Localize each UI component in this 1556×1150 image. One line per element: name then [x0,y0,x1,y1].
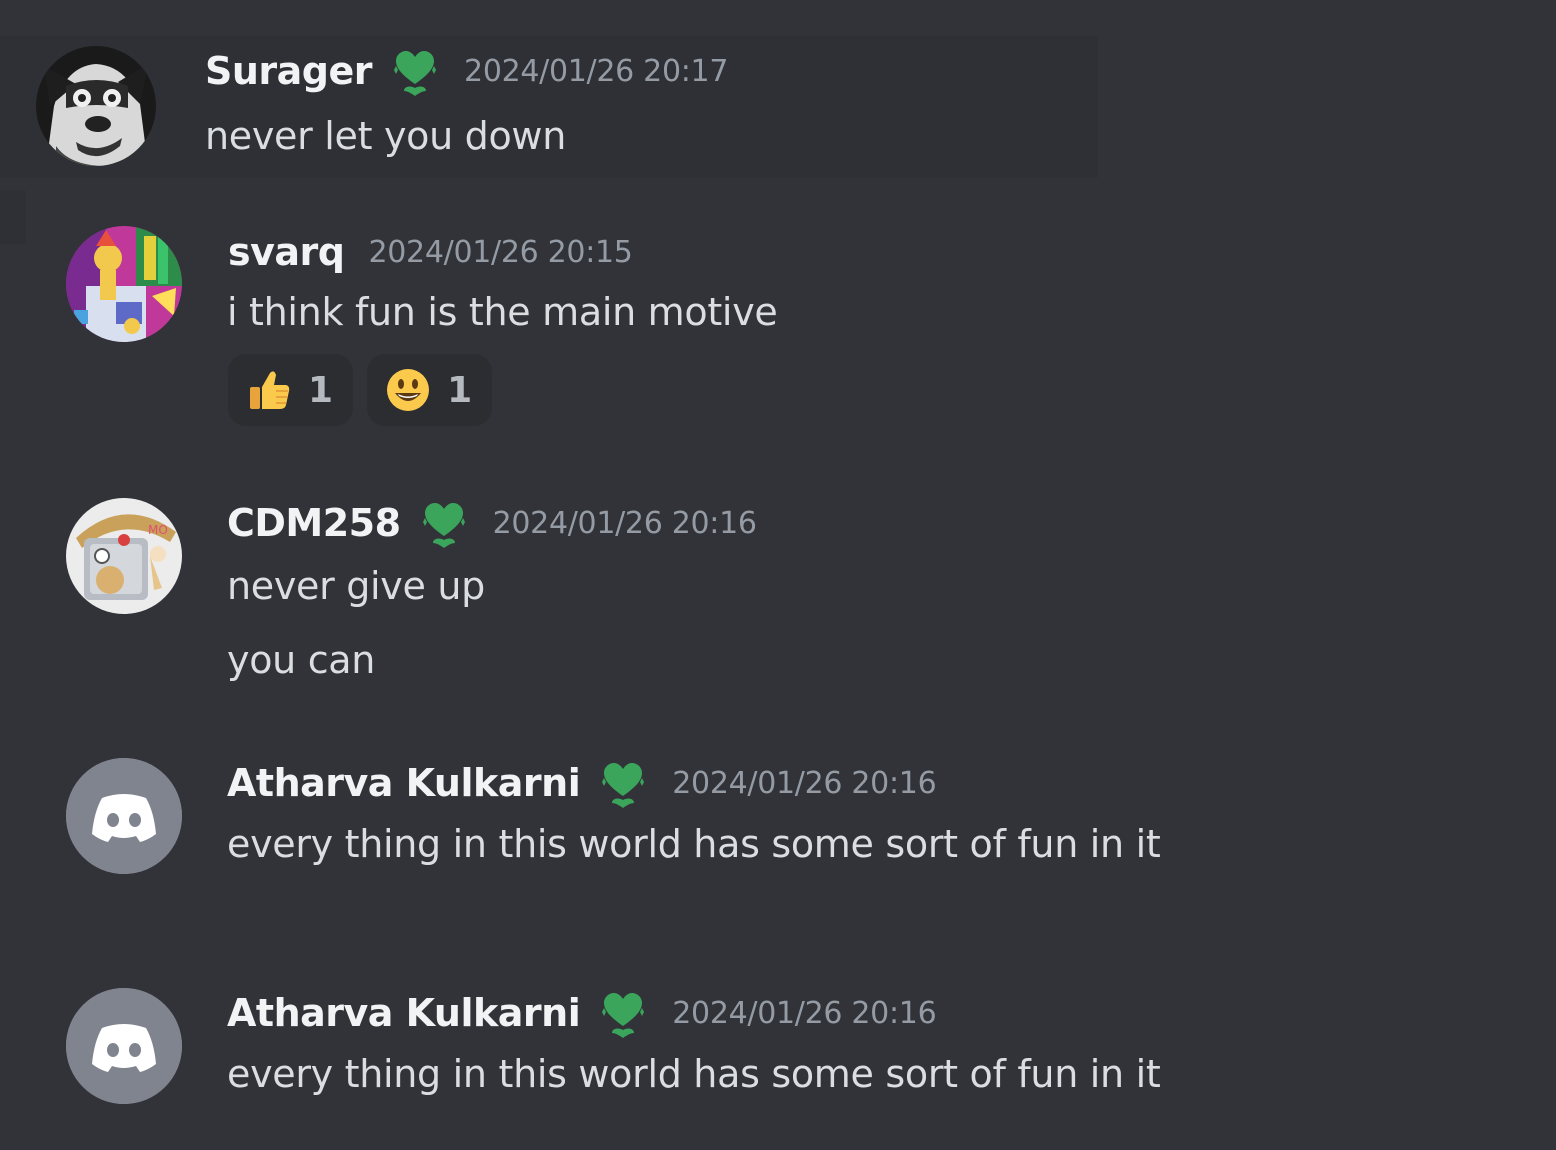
user-avatar[interactable] [66,988,182,1104]
message-text: every thing in this world has some sort … [227,1052,1161,1096]
reaction-bar: 1 1 [228,354,493,426]
thumbs-up-icon [250,371,290,409]
discord-default-avatar-icon [66,758,182,874]
reaction-smiley[interactable]: 1 [367,354,493,426]
message-text: never let you down [205,114,566,158]
message-text: i think fun is the main motive [227,290,778,334]
green-heart-badge-icon[interactable] [417,496,471,550]
message-timestamp[interactable]: 2024/01/26 20:16 [672,996,936,1031]
username[interactable]: Surager [205,49,373,93]
green-heart-badge-icon[interactable] [388,44,442,98]
chat-message-list: Surager 2024/01/26 20:17 never let you d… [0,0,1556,1150]
green-heart-badge-icon[interactable] [596,986,650,1040]
husky-avatar-icon [36,46,156,166]
user-avatar[interactable] [66,226,182,342]
discord-default-avatar-icon [66,988,182,1104]
user-avatar[interactable]: MO [66,498,182,614]
username[interactable]: CDM258 [227,501,401,545]
user-avatar[interactable] [36,46,156,166]
message-timestamp[interactable]: 2024/01/26 20:16 [493,506,757,541]
reaction-thumbs-up[interactable]: 1 [228,354,354,426]
cartoon-avatar-icon: MO [66,498,182,614]
message-text: you can [227,638,376,682]
username[interactable]: svarq [228,230,345,274]
user-avatar[interactable] [66,758,182,874]
svg-text:MO: MO [148,523,168,537]
message-text: every thing in this world has some sort … [227,822,1161,866]
message-text: never give up [227,564,485,608]
message-timestamp[interactable]: 2024/01/26 20:16 [672,766,936,801]
username[interactable]: Atharva Kulkarni [227,991,581,1035]
message-timestamp[interactable]: 2024/01/26 20:15 [368,235,632,270]
reaction-count: 1 [308,369,334,411]
colorful-art-avatar-icon [66,226,182,342]
message-divider-edge [0,190,26,244]
green-heart-badge-icon[interactable] [596,756,650,810]
message-timestamp[interactable]: 2024/01/26 20:17 [464,54,728,89]
reaction-count: 1 [447,369,473,411]
smiley-face-icon [387,369,430,411]
username[interactable]: Atharva Kulkarni [227,761,581,805]
